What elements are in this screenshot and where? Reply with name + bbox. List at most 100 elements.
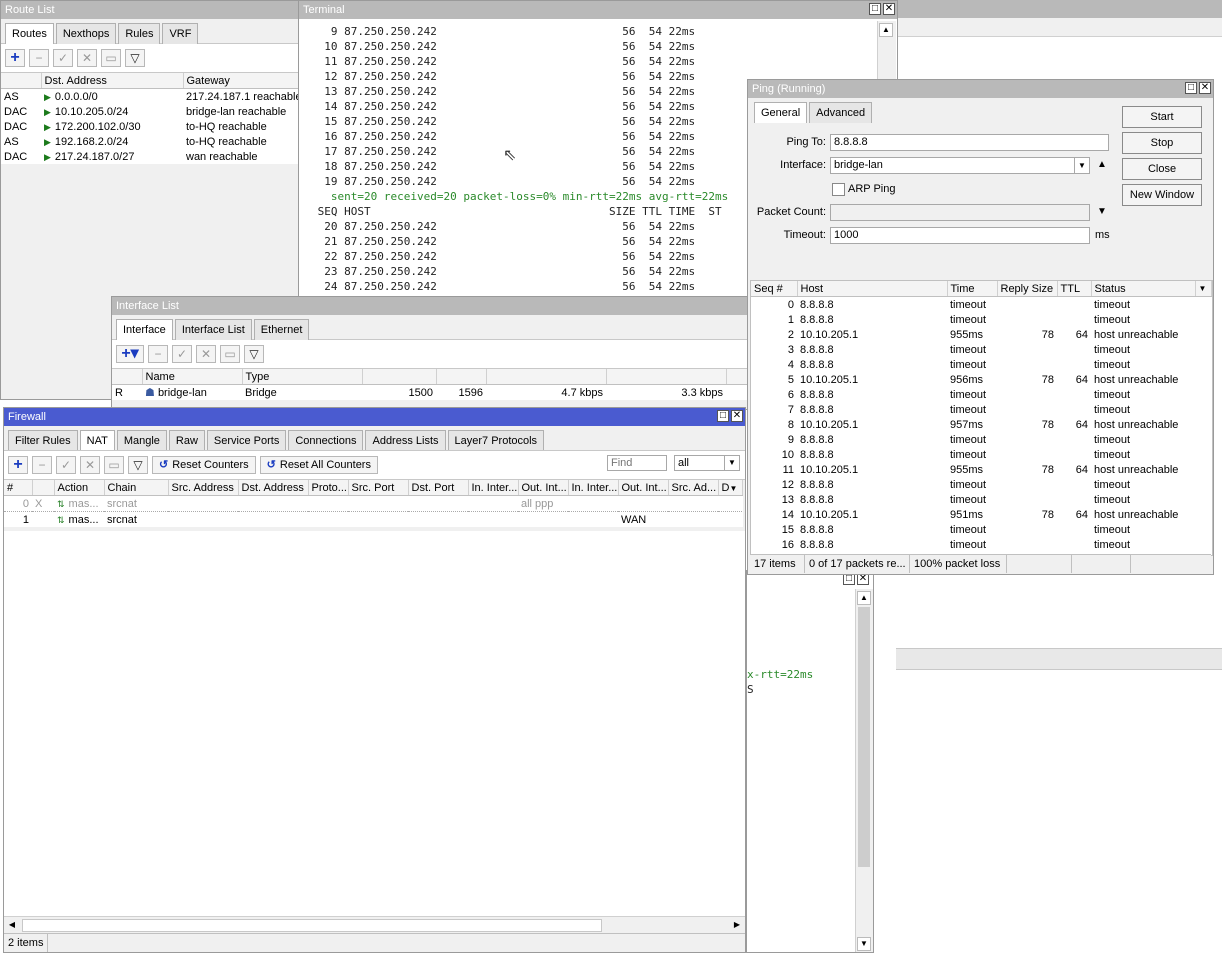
interface-list-titlebar[interactable]: Interface List xyxy=(112,297,750,315)
table-row[interactable]: 3 8.8.8.8 timeout timeout xyxy=(751,342,1211,357)
firewall-titlebar[interactable]: Firewall □ ✕ xyxy=(4,408,745,426)
nat-col-more[interactable]: D▼ xyxy=(718,480,743,496)
nat-col-protocol[interactable]: Proto... xyxy=(308,480,349,496)
table-row[interactable]: R ☗ bridge-lan Bridge 1500 1596 4.7 kbps… xyxy=(112,384,750,400)
comment-icon[interactable]: ▭ xyxy=(220,345,240,363)
packet-count-input[interactable] xyxy=(830,204,1090,221)
enable-icon[interactable]: ✓ xyxy=(53,49,73,67)
close-icon[interactable]: ✕ xyxy=(731,410,743,422)
nat-col-chain[interactable]: Chain xyxy=(104,480,169,496)
tab-interface[interactable]: Interface xyxy=(116,319,173,340)
close-icon[interactable]: ✕ xyxy=(883,3,895,15)
tab-nat[interactable]: NAT xyxy=(79,430,115,451)
route-list-titlebar[interactable]: Route List xyxy=(1,1,309,19)
maximize-icon[interactable]: □ xyxy=(717,410,729,422)
tab-rules[interactable]: Rules xyxy=(118,23,161,44)
table-row[interactable]: DAC ▶ 172.200.102.0/30 to-HQ reachable xyxy=(1,119,309,134)
ping-col-time[interactable]: Time xyxy=(947,281,998,297)
filter-select[interactable]: all ▼ xyxy=(674,455,740,471)
ping-titlebar[interactable]: Ping (Running) □ ✕ xyxy=(748,80,1213,98)
table-row[interactable]: 8 10.10.205.1 957ms 78 64 host unreachable xyxy=(751,417,1211,432)
add-dropdown-icon[interactable]: +▾ xyxy=(116,345,144,363)
arp-ping-checkbox[interactable] xyxy=(832,183,845,196)
comment-icon[interactable]: ▭ xyxy=(104,456,124,474)
table-row[interactable]: 12 8.8.8.8 timeout timeout xyxy=(751,477,1211,492)
add-icon[interactable]: + xyxy=(5,49,25,67)
filter-icon[interactable]: ▽ xyxy=(128,456,148,474)
table-row[interactable]: 16 8.8.8.8 timeout timeout xyxy=(751,537,1211,552)
tab-filter-rules[interactable]: Filter Rules xyxy=(8,430,78,451)
scroll-up-icon[interactable]: ▲ xyxy=(857,591,871,605)
terminal-titlebar[interactable]: Terminal □ ✕ xyxy=(299,1,897,19)
table-row[interactable]: 1 8.8.8.8 timeout timeout xyxy=(751,312,1211,327)
reset-all-counters-button[interactable]: ↺ Reset All Counters xyxy=(259,456,378,474)
tab-general[interactable]: General xyxy=(754,102,808,123)
nat-col-in-interface[interactable]: In. Inter... xyxy=(468,480,519,496)
table-row[interactable]: DAC ▶ 10.10.205.0/24 bridge-lan reachable xyxy=(1,104,309,119)
expand-down-icon[interactable]: ▼ xyxy=(1097,206,1107,217)
new-window-button[interactable]: New Window xyxy=(1122,184,1202,206)
route-col-flags[interactable] xyxy=(1,73,42,89)
tab-interface-list[interactable]: Interface List xyxy=(174,319,252,340)
scroll-thumb[interactable] xyxy=(22,919,602,932)
nat-col-dst-port[interactable]: Dst. Port xyxy=(408,480,469,496)
table-row[interactable]: AS ▶ 0.0.0.0/0 217.24.187.1 reachable xyxy=(1,88,309,104)
nat-col-action[interactable]: Action xyxy=(54,480,105,496)
column-menu-icon[interactable]: ▼ xyxy=(1195,281,1212,297)
dropdown-arrow-icon[interactable]: ▼ xyxy=(724,456,739,470)
maximize-icon[interactable]: □ xyxy=(869,3,881,15)
ping-col-host[interactable]: Host xyxy=(797,281,948,297)
table-row[interactable]: AS ▶ 192.168.2.0/24 to-HQ reachable xyxy=(1,134,309,149)
add-icon[interactable]: + xyxy=(8,456,28,474)
tab-connections[interactable]: Connections xyxy=(288,430,364,451)
reset-counters-button[interactable]: ↺ Reset Counters xyxy=(152,456,256,474)
tab-service-ports[interactable]: Service Ports xyxy=(206,430,287,451)
iface-col-type[interactable]: Type xyxy=(242,369,363,385)
ping-col-reply-size[interactable]: Reply Size xyxy=(997,281,1058,297)
table-row[interactable]: 10 8.8.8.8 timeout timeout xyxy=(751,447,1211,462)
ping-col-seq[interactable]: Seq # xyxy=(751,281,798,297)
nat-col-num[interactable]: # xyxy=(4,480,33,496)
table-row[interactable]: 13 8.8.8.8 timeout timeout xyxy=(751,492,1211,507)
remove-icon[interactable]: − xyxy=(148,345,168,363)
table-row[interactable]: 6 8.8.8.8 timeout timeout xyxy=(751,387,1211,402)
maximize-icon[interactable]: □ xyxy=(1185,82,1197,94)
table-row[interactable]: 9 8.8.8.8 timeout timeout xyxy=(751,432,1211,447)
iface-col-name[interactable]: Name xyxy=(142,369,243,385)
tab-advanced[interactable]: Advanced xyxy=(809,102,873,123)
column-menu-icon[interactable]: ▼ xyxy=(729,484,737,493)
nat-col-src-address-list[interactable]: Src. Ad... xyxy=(668,480,719,496)
close-button[interactable]: Close xyxy=(1122,158,1202,180)
scroll-thumb[interactable] xyxy=(858,607,870,867)
scroll-right-icon[interactable]: ▶ xyxy=(730,918,744,932)
table-row[interactable]: 1 ⇅ mas... srcnat WAN xyxy=(4,511,742,527)
tab-ethernet[interactable]: Ethernet xyxy=(253,319,310,340)
timeout-input[interactable]: 1000 xyxy=(830,227,1090,244)
nat-col-src-port[interactable]: Src. Port xyxy=(348,480,409,496)
remove-icon[interactable]: − xyxy=(32,456,52,474)
disable-icon[interactable]: ✕ xyxy=(196,345,216,363)
stop-button[interactable]: Stop xyxy=(1122,132,1202,154)
table-row[interactable]: 5 10.10.205.1 956ms 78 64 host unreachable xyxy=(751,372,1211,387)
dropdown-arrow-icon[interactable]: ▼ xyxy=(1074,158,1089,173)
table-row[interactable]: DAC ▶ 217.24.187.0/27 wan reachable xyxy=(1,149,309,164)
scroll-left-icon[interactable]: ◀ xyxy=(5,918,19,932)
tab-mangle[interactable]: Mangle xyxy=(116,430,167,451)
tab-vrf[interactable]: VRF xyxy=(162,23,199,44)
nat-col-dst-address[interactable]: Dst. Address xyxy=(238,480,309,496)
nat-col-out-interface-list[interactable]: Out. Int... xyxy=(618,480,669,496)
enable-icon[interactable]: ✓ xyxy=(56,456,76,474)
tab-nexthops[interactable]: Nexthops xyxy=(55,23,117,44)
terminal2-scrollbar[interactable]: ▲ ▼ xyxy=(855,589,873,952)
table-row[interactable]: 14 10.10.205.1 951ms 78 64 host unreachable xyxy=(751,507,1211,522)
iface-col-l2mtu[interactable] xyxy=(436,369,487,385)
iface-col-tx[interactable] xyxy=(486,369,607,385)
table-row[interactable]: 0 X ⇅ mas... srcnat all ppp xyxy=(4,495,742,512)
tab-address-lists[interactable]: Address Lists xyxy=(365,430,446,451)
tab-raw[interactable]: Raw xyxy=(168,430,205,451)
route-col-gateway[interactable]: Gateway xyxy=(183,73,309,89)
filter-icon[interactable]: ▽ xyxy=(125,49,145,67)
start-button[interactable]: Start xyxy=(1122,106,1202,128)
table-row[interactable]: 4 8.8.8.8 timeout timeout xyxy=(751,357,1211,372)
collapse-up-icon[interactable]: ▲ xyxy=(1097,159,1107,170)
